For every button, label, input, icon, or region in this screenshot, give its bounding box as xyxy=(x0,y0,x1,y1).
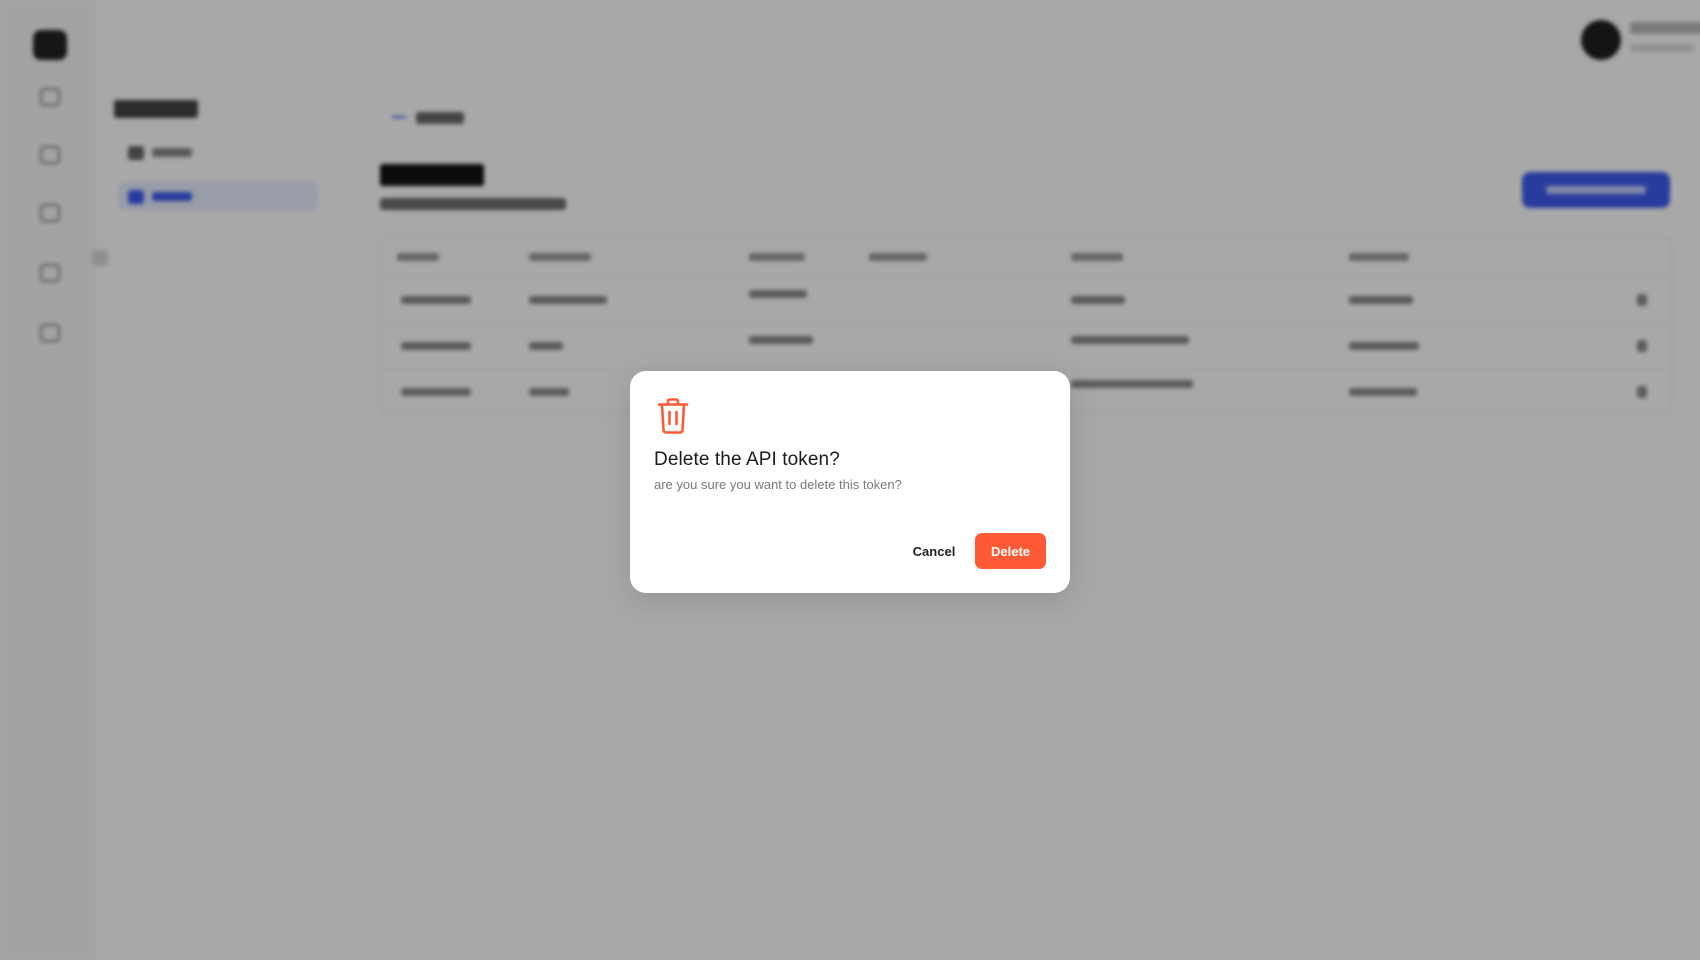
delete-token-dialog: Delete the API token? are you sure you w… xyxy=(630,371,1070,593)
trash-icon xyxy=(656,397,690,435)
delete-button[interactable]: Delete xyxy=(975,533,1046,569)
dialog-title: Delete the API token? xyxy=(654,449,840,470)
cancel-button[interactable]: Cancel xyxy=(898,533,970,569)
dialog-message: are you sure you want to delete this tok… xyxy=(654,477,902,492)
